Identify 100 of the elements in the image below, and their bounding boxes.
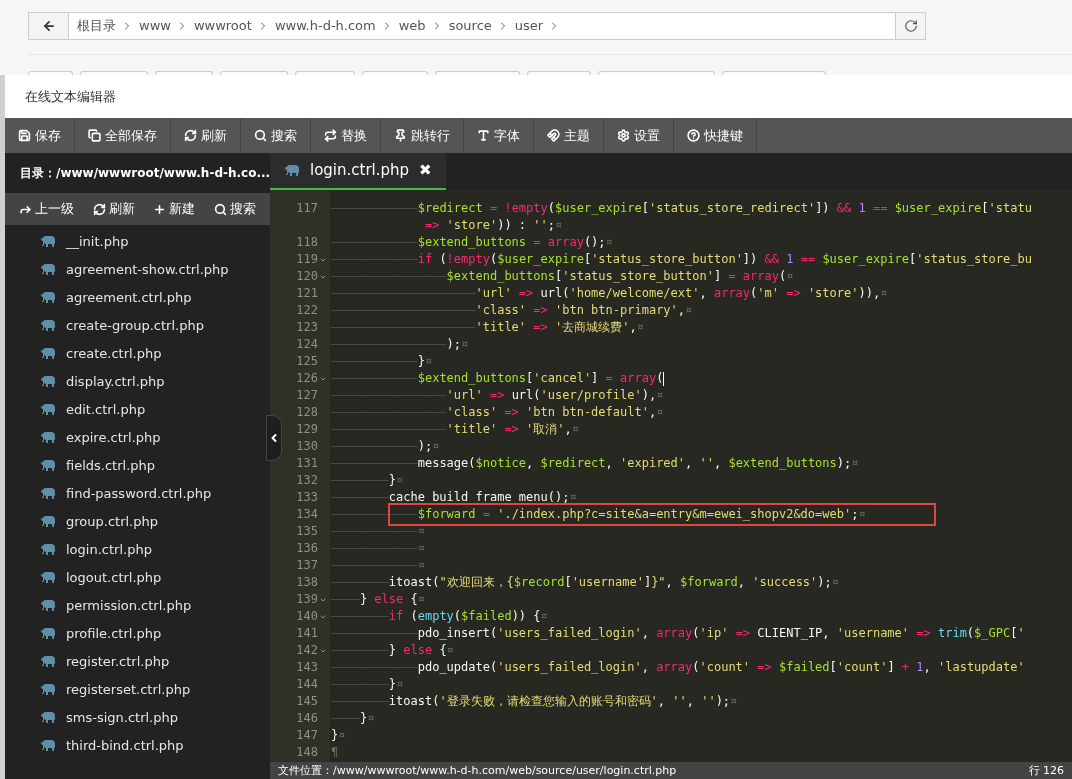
breadcrumb-link[interactable]: 根目录: [72, 16, 121, 36]
line-number: 119: [296, 251, 318, 268]
code-line: ————————————————————'url' => url('home/welcome/ext', array('m' => 'store')),¤: [330, 285, 888, 302]
sidebar-action[interactable]: 新建: [153, 199, 196, 219]
toolbar-button[interactable]: [435, 71, 520, 75]
toolbar-button[interactable]: [362, 71, 428, 75]
file-item[interactable]: display.ctrl.php: [5, 368, 270, 396]
breadcrumb-link[interactable]: user: [509, 16, 549, 36]
breadcrumb-link[interactable]: source: [443, 16, 497, 36]
code-line: ————————————if (!empty($user_expire['status_store_button']) && 1 == $user_expire['status_store_bu: [330, 251, 1032, 268]
toolbar-button[interactable]: [220, 71, 288, 75]
toolbar-button[interactable]: [155, 71, 213, 75]
line-number: 135: [296, 523, 318, 540]
code-line: ————————————}¤: [330, 353, 433, 370]
line-number: 145: [296, 693, 318, 710]
code-line: ————————————¤: [330, 523, 425, 540]
toolbar-button[interactable]: [722, 71, 826, 75]
code-line: ————————————————'class' => 'btn btn-default',¤: [330, 404, 664, 421]
elephant-icon: [40, 460, 56, 472]
file-item[interactable]: group.ctrl.php: [5, 508, 270, 536]
toolbar-button[interactable]: [28, 71, 73, 75]
close-tab-button[interactable]: ✖: [419, 159, 432, 182]
settings-icon: [617, 129, 630, 142]
file-item[interactable]: logout.ctrl.php: [5, 564, 270, 592]
refresh-button[interactable]: [895, 13, 925, 40]
sidebar-action[interactable]: 上一级: [19, 199, 74, 219]
code-line: ————————itoast('登录失败，请检查您输入的账号和密码', '', '');¤: [330, 693, 738, 710]
code-line: ————————————¤: [330, 557, 425, 574]
file-item[interactable]: edit.ctrl.php: [5, 396, 270, 424]
elephant-icon: [40, 684, 56, 696]
code-line: }¤: [330, 727, 346, 744]
code-line: ————————if (empty($failed)) {¤: [330, 608, 548, 625]
code-line: ————————itoast("欢迎回来，{$record['username']}", $forward, 'success');¤: [330, 574, 839, 591]
line-number: 125: [296, 353, 318, 370]
line-number: 123: [296, 319, 318, 336]
back-button[interactable]: [29, 13, 69, 40]
help-icon: [687, 129, 700, 142]
line-number: 128: [296, 404, 318, 421]
save-icon: [18, 129, 31, 142]
file-tab[interactable]: login.ctrl.php ✖: [270, 153, 446, 190]
file-item[interactable]: __init.php: [5, 228, 270, 256]
code-line: ————————————$redirect = !empty($user_expire['status_store_redirect']) && 1 == $user_expire['statu: [330, 200, 1032, 217]
file-item[interactable]: sms-sign.ctrl.php: [5, 704, 270, 732]
line-number: 121: [296, 285, 318, 302]
line-number: 138: [296, 574, 318, 591]
tab-label: login.ctrl.php: [310, 160, 410, 182]
file-item[interactable]: agreement-show.ctrl.php: [5, 256, 270, 284]
breadcrumb-link[interactable]: www: [134, 16, 176, 36]
file-item[interactable]: find-password.ctrl.php: [5, 480, 270, 508]
code-line: ————————————————);¤: [330, 336, 469, 353]
code-line: ————————————————————'class' => 'btn btn-primary',¤: [330, 302, 693, 319]
code-line: ————————————————'url' => url('user/profile'),¤: [330, 387, 664, 404]
file-item[interactable]: permission.ctrl.php: [5, 592, 270, 620]
toolbar-button[interactable]: [295, 71, 355, 75]
toolbar-button[interactable]: [80, 71, 148, 75]
swap-icon: [324, 129, 337, 142]
breadcrumb-link[interactable]: web: [393, 16, 431, 36]
elephant-icon: [40, 320, 56, 332]
elephant-icon: [284, 164, 300, 177]
breadcrumb-link[interactable]: wwwroot: [188, 16, 257, 36]
file-item[interactable]: expire.ctrl.php: [5, 424, 270, 452]
sidebar-action[interactable]: 刷新: [92, 199, 135, 219]
code-line: ————————}¤: [330, 676, 404, 693]
elephant-icon: [40, 712, 56, 724]
toolbar-button[interactable]: [598, 71, 715, 75]
line-number: 146: [296, 710, 318, 727]
elephant-icon: [40, 432, 56, 444]
file-item[interactable]: fields.ctrl.php: [5, 452, 270, 480]
breadcrumb-link[interactable]: www.h-d-h.com: [269, 16, 381, 36]
sidebar-action[interactable]: 搜索: [213, 199, 256, 219]
file-item[interactable]: create.ctrl.php: [5, 340, 270, 368]
refresh-icon: [184, 129, 197, 142]
cursor-position: 行 126: [1028, 764, 1064, 777]
file-location: 文件位置：/www/wwwroot/www.h-d-h.com/web/source/user/login.ctrl.php: [278, 764, 677, 777]
code-line: ————————}¤: [330, 472, 404, 489]
elephant-icon: [40, 544, 56, 556]
line-number: 137: [296, 557, 318, 574]
line-number: 144: [296, 676, 318, 693]
magnet-icon: [547, 129, 560, 142]
elephant-icon: [40, 740, 56, 752]
code-line: ————————} else {¤: [330, 642, 454, 659]
elephant-icon: [40, 236, 56, 248]
line-number: 129: [296, 421, 318, 438]
file-item[interactable]: third-bind.ctrl.php: [5, 732, 270, 760]
copy-icon: [88, 129, 101, 142]
toolbar-button[interactable]: [527, 71, 591, 75]
line-number: 141: [296, 625, 318, 642]
code-line: => 'store')) : '';¤: [423, 217, 563, 234]
file-item[interactable]: register.ctrl.php: [5, 648, 270, 676]
file-item[interactable]: profile.ctrl.php: [5, 620, 270, 648]
file-item[interactable]: agreement.ctrl.php: [5, 284, 270, 312]
text-icon: [477, 129, 490, 142]
collapse-handle[interactable]: [266, 415, 282, 461]
line-number: 148: [296, 744, 318, 761]
line-number: 139: [296, 591, 318, 608]
file-item[interactable]: create-group.ctrl.php: [5, 312, 270, 340]
file-item[interactable]: login.ctrl.php: [5, 536, 270, 564]
line-number: 117: [296, 200, 318, 217]
code-line: ————} else {¤: [330, 591, 425, 608]
file-item[interactable]: registerset.ctrl.php: [5, 676, 270, 704]
